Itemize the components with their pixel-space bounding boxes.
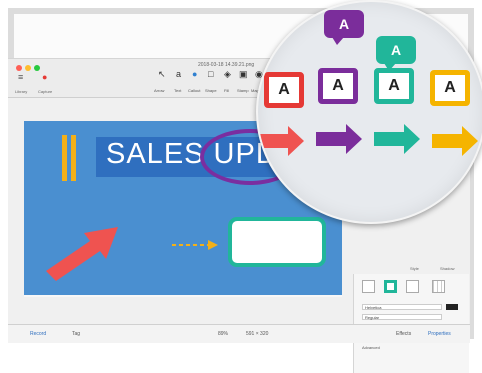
style-preset-button[interactable] <box>406 280 419 293</box>
image-dimensions: 591 × 320 <box>246 331 269 337</box>
teal-arrow-style[interactable] <box>374 124 420 154</box>
rounded-rectangle-annotation[interactable] <box>228 217 326 267</box>
purple-callout-style[interactable]: A <box>324 10 364 45</box>
yellow-box-style[interactable]: A <box>430 70 470 106</box>
zoom-level[interactable]: 89% <box>218 331 228 337</box>
record-button[interactable]: Record <box>30 331 46 337</box>
advanced-toggle[interactable]: Advanced <box>362 345 380 350</box>
callout-tool-label[interactable]: Callout <box>188 88 200 93</box>
arrow-tool-label[interactable]: Arrow <box>154 88 164 93</box>
window-title: 2018-03-18 14.39.21.png <box>198 62 255 68</box>
font-select[interactable]: Helvetica <box>362 304 442 310</box>
shape-tool-label[interactable]: Shape <box>205 88 217 93</box>
style-letter: A <box>278 81 290 98</box>
yellow-accent-bar <box>71 135 76 181</box>
status-bar: Record Tag 89% 591 × 320 Effects Propert… <box>8 324 470 343</box>
red-box-style[interactable]: A <box>264 72 304 108</box>
red-arrow-annotation[interactable] <box>46 221 126 281</box>
teal-box-style[interactable]: A <box>374 68 414 104</box>
style-letter: A <box>338 16 350 32</box>
yellow-arrow-style[interactable] <box>432 126 478 156</box>
purple-box-style[interactable]: A <box>318 68 358 104</box>
callout-tool-icon[interactable]: ● <box>192 69 197 79</box>
effects-button[interactable]: Effects <box>396 331 411 337</box>
library-icon[interactable]: ≡ <box>18 72 23 82</box>
text-tool-icon[interactable]: a <box>176 69 181 79</box>
close-window-button[interactable] <box>16 65 22 71</box>
shape-tool-icon[interactable]: □ <box>208 69 213 79</box>
style-preset-button[interactable] <box>362 280 375 293</box>
fill-tool-icon[interactable]: ◈ <box>224 69 231 80</box>
style-letter: A <box>444 79 456 96</box>
style-letter: A <box>388 77 400 94</box>
capture-button-label[interactable]: Capture <box>38 89 52 94</box>
red-arrow-style[interactable] <box>258 126 304 156</box>
capture-icon[interactable]: ● <box>42 72 47 82</box>
library-button-label[interactable]: Library <box>15 89 27 94</box>
style-letter: A <box>332 77 344 94</box>
text-tool-label[interactable]: Text <box>174 88 181 93</box>
color-swatch[interactable] <box>446 304 458 310</box>
yellow-accent-bar <box>62 135 67 181</box>
stamp-tool-label[interactable]: Stamp <box>237 88 249 93</box>
arrow-tool-icon[interactable]: ↖ <box>158 69 166 80</box>
stamp-tool-icon[interactable]: ▣ <box>239 69 248 80</box>
fill-tool-label[interactable]: Fill <box>224 88 229 93</box>
style-preset-button[interactable] <box>384 280 397 293</box>
magnified-style-palette: A A A A A A A A A A <box>256 0 482 224</box>
style-letter: A <box>390 42 402 58</box>
minimize-window-button[interactable] <box>25 65 31 71</box>
properties-button[interactable]: Properties <box>428 331 451 337</box>
shadow-tab[interactable]: Shadow <box>440 266 454 271</box>
style-tab[interactable]: Style <box>410 266 419 271</box>
purple-arrow-style[interactable] <box>316 124 362 154</box>
zoom-window-button[interactable] <box>34 65 40 71</box>
grid-icon[interactable] <box>432 280 445 293</box>
weight-select[interactable]: Regular <box>362 314 442 320</box>
dashed-arrow-annotation[interactable] <box>172 239 220 251</box>
tag-button[interactable]: Tag <box>72 331 80 337</box>
teal-callout-style[interactable]: A <box>376 36 416 71</box>
